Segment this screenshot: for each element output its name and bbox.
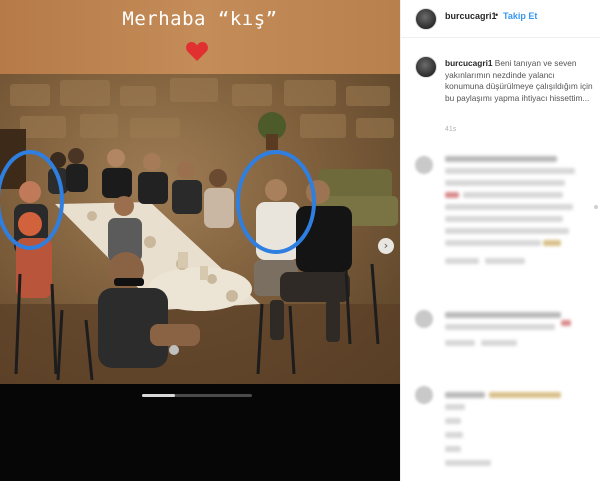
post-caption: burcucagri1 Beni tanıyan ve seven yakınl… (445, 58, 595, 104)
header-separator: • (495, 10, 499, 20)
dinner-scene (0, 74, 400, 384)
carousel-progress-fill (142, 394, 175, 397)
caption-timestamp: 41s (445, 126, 457, 133)
heart-icon (186, 42, 208, 61)
scrollbar-indicator[interactable] (594, 205, 598, 209)
post-sidebar: burcucagri1 • Takip Et burcucagri1 Beni … (400, 0, 600, 481)
carousel-progress (142, 394, 252, 397)
avatar[interactable] (415, 8, 437, 30)
caption-username[interactable]: burcucagri1 (445, 58, 493, 68)
caption-avatar[interactable] (415, 56, 437, 78)
chevron-right-icon[interactable]: › (378, 238, 394, 254)
media-footer (0, 384, 400, 481)
follow-button[interactable]: Takip Et (503, 11, 537, 21)
comment-avatar (415, 310, 433, 328)
post-header: burcucagri1 • Takip Et (401, 0, 600, 38)
post-media: Merhaba “kış” › (0, 0, 400, 481)
post-photo[interactable] (0, 74, 400, 384)
comment-avatar (415, 386, 433, 404)
header-username[interactable]: burcucagri1 (445, 11, 497, 21)
story-caption: Merhaba “kış” (122, 8, 278, 30)
comment-avatar (415, 156, 433, 174)
